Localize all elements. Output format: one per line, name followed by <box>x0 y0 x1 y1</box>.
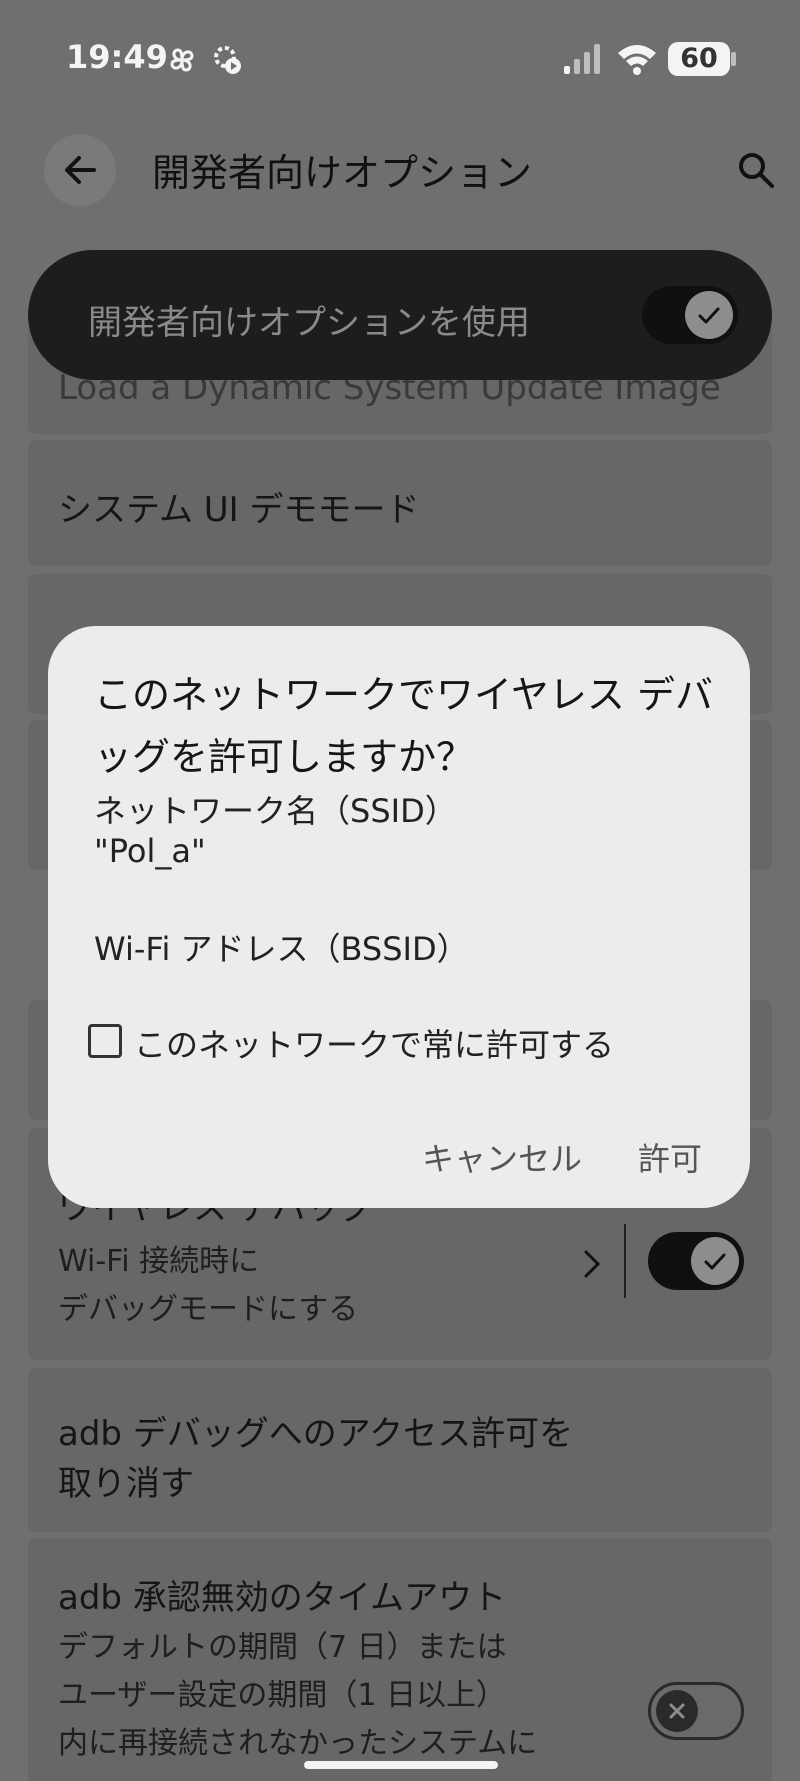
list-item-adb-timeout[interactable]: adb 承認無効のタイムアウト デフォルトの期間（7 日）または ユーザー設定の… <box>28 1538 772 1781</box>
pinwheel-icon <box>170 48 194 72</box>
toggle-knob <box>691 1237 739 1285</box>
divider <box>624 1224 626 1298</box>
back-button[interactable] <box>44 134 116 206</box>
check-icon <box>698 307 720 324</box>
toggle-knob <box>685 291 733 339</box>
bssid-label: Wi-Fi アドレス（BSSID） <box>94 930 469 968</box>
wireless-debug-subtitle-2: デバッグモードにする <box>58 1292 359 1327</box>
revoke-adb-line-2: 取り消す <box>58 1464 194 1504</box>
cancel-button[interactable]: キャンセル <box>422 1134 582 1180</box>
search-icon[interactable] <box>732 146 780 194</box>
demo-mode-label: システム UI デモモード <box>58 490 420 530</box>
home-indicator[interactable] <box>304 1761 498 1769</box>
wifi-icon <box>618 45 656 75</box>
gear-play-icon <box>214 46 241 74</box>
ssid-value: "Pol_a" <box>94 832 206 870</box>
allow-button[interactable]: 許可 <box>638 1134 702 1180</box>
adb-timeout-sub-2: ユーザー設定の期間（1 日以上） <box>58 1678 507 1713</box>
status-time: 19:49 <box>66 38 168 76</box>
master-toggle-label: 開発者向けオプションを使用 <box>88 303 530 343</box>
adb-timeout-sub-1: デフォルトの期間（7 日）または <box>58 1630 507 1665</box>
wireless-debug-subtitle-1: Wi-Fi 接続時に <box>58 1244 260 1279</box>
check-icon <box>704 1253 726 1270</box>
always-allow-checkbox[interactable] <box>88 1024 122 1058</box>
battery-level: 60 <box>680 43 718 74</box>
revoke-adb-line-1: adb デバッグへのアクセス許可を <box>58 1414 574 1454</box>
signal-icon <box>564 44 600 74</box>
ssid-label: ネットワーク名（SSID） <box>94 792 457 830</box>
list-item-revoke-adb[interactable]: adb デバッグへのアクセス許可を 取り消す <box>28 1368 772 1532</box>
adb-timeout-title: adb 承認無効のタイムアウト <box>58 1578 507 1618</box>
close-icon <box>669 1703 685 1719</box>
battery-tip <box>731 52 736 66</box>
always-allow-label[interactable]: このネットワークで常に許可する <box>134 1020 614 1066</box>
status-bar: 19:49 60 <box>0 0 800 120</box>
master-toggle-switch[interactable] <box>642 286 738 344</box>
arrow-back-icon <box>65 156 96 184</box>
adb-timeout-toggle[interactable] <box>648 1682 744 1740</box>
chevron-right-icon <box>584 1250 601 1278</box>
dialog-title: このネットワークでワイヤレス デバッグを許可しますか？ <box>94 673 713 779</box>
list-item-demo-mode[interactable]: システム UI デモモード <box>28 440 772 566</box>
battery-indicator: 60 <box>668 42 730 76</box>
toggle-knob <box>656 1690 698 1732</box>
wireless-debug-toggle[interactable] <box>648 1232 744 1290</box>
page-title: 開発者向けオプション <box>152 151 533 195</box>
